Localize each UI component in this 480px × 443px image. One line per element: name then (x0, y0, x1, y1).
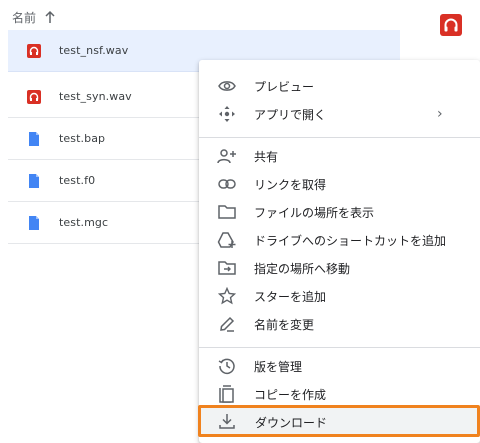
audio-file-icon (27, 90, 41, 104)
file-name: test.bap (59, 132, 106, 145)
menu-item-share[interactable]: 共有 (199, 143, 480, 169)
menu-item-open-with[interactable]: アプリで開く › (199, 101, 480, 127)
sort-ascending-icon[interactable] (44, 10, 56, 24)
context-menu: プレビュー アプリで開く › 共有 リンクを取得 ファイルの場所を表示 ドライブ… (199, 60, 480, 443)
star-icon (217, 286, 237, 306)
menu-item-label: ファイルの場所を表示 (254, 205, 375, 220)
link-icon (217, 174, 237, 194)
doc-file-icon (27, 216, 41, 230)
drive-shortcut-icon (217, 230, 237, 250)
audio-file-icon (440, 14, 462, 36)
menu-item-get-link[interactable]: リンクを取得 (199, 171, 480, 197)
name-column-header[interactable]: 名前 (12, 9, 36, 26)
menu-item-download[interactable]: ダウンロード (198, 405, 480, 437)
menu-item-rename[interactable]: 名前を変更 (199, 311, 480, 337)
download-icon (217, 411, 237, 431)
add-person-icon (217, 146, 237, 166)
menu-item-label: プレビュー (254, 79, 315, 94)
menu-item-label: ドライブへのショートカットを追加 (254, 233, 447, 248)
file-name: test_nsf.wav (59, 44, 129, 57)
file-name: test_syn.wav (59, 90, 132, 103)
menu-item-label: 指定の場所へ移動 (254, 261, 351, 276)
menu-item-label: ダウンロード (255, 416, 328, 430)
menu-item-add-star[interactable]: スターを追加 (199, 283, 480, 309)
menu-item-make-copy[interactable]: コピーを作成 (199, 381, 480, 407)
menu-divider (199, 347, 480, 348)
menu-item-preview[interactable]: プレビュー (199, 73, 480, 99)
menu-item-label: リンクを取得 (254, 177, 327, 192)
file-name: test.mgc (59, 216, 109, 229)
menu-item-label: コピーを作成 (254, 387, 327, 402)
menu-divider (199, 137, 480, 138)
menu-item-add-shortcut[interactable]: ドライブへのショートカットを追加 (199, 227, 480, 253)
menu-item-manage-versions[interactable]: 版を管理 (199, 353, 480, 379)
menu-item-label: 名前を変更 (254, 317, 315, 332)
audio-file-icon (27, 44, 41, 58)
menu-item-move-to[interactable]: 指定の場所へ移動 (199, 255, 480, 281)
menu-item-label: アプリで開く (254, 107, 327, 122)
copy-icon (217, 384, 237, 404)
eye-icon (217, 76, 237, 96)
history-icon (217, 356, 237, 376)
list-header: 名前 (12, 7, 56, 27)
menu-item-show-location[interactable]: ファイルの場所を表示 (199, 199, 480, 225)
chevron-right-icon: › (437, 106, 443, 122)
menu-item-label: 共有 (254, 149, 279, 164)
file-name: test.f0 (59, 174, 96, 187)
doc-file-icon (27, 174, 41, 188)
menu-item-label: 版を管理 (254, 359, 303, 374)
open-with-icon (217, 104, 237, 124)
folder-icon (217, 202, 237, 222)
pencil-icon (217, 314, 237, 334)
doc-file-icon (27, 132, 41, 146)
menu-item-label: スターを追加 (254, 289, 327, 304)
move-to-folder-icon (217, 258, 237, 278)
